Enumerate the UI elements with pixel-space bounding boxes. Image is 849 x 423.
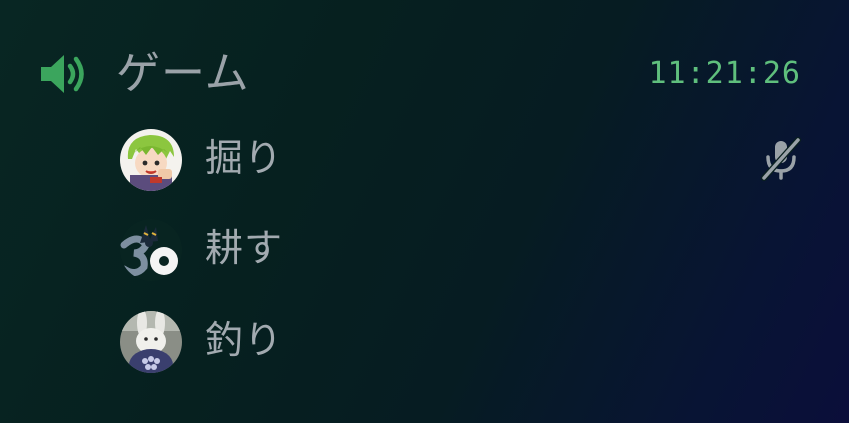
voice-channel-panel: ゲーム 11:21:26 掘り 耕す 釣り [0, 0, 849, 423]
voice-member-row[interactable]: 掘り [0, 124, 849, 194]
voice-channel-header[interactable]: ゲーム 11:21:26 [0, 40, 849, 108]
member-name: 耕す [205, 226, 284, 270]
voice-timer: 11:21:26 [648, 56, 801, 91]
microphone-muted-icon[interactable] [758, 136, 804, 182]
voice-member-row[interactable]: 釣り [0, 306, 849, 376]
anime-character-avatar [120, 129, 182, 191]
channel-name: ゲーム [116, 48, 250, 99]
voice-member-row[interactable]: 耕す [0, 214, 849, 284]
rabbit-figure-avatar [120, 311, 182, 373]
30-logo-avatar [120, 219, 182, 281]
member-name: 釣り [205, 318, 284, 362]
member-name: 掘り [205, 136, 284, 180]
speaker-volume-icon [41, 55, 84, 93]
